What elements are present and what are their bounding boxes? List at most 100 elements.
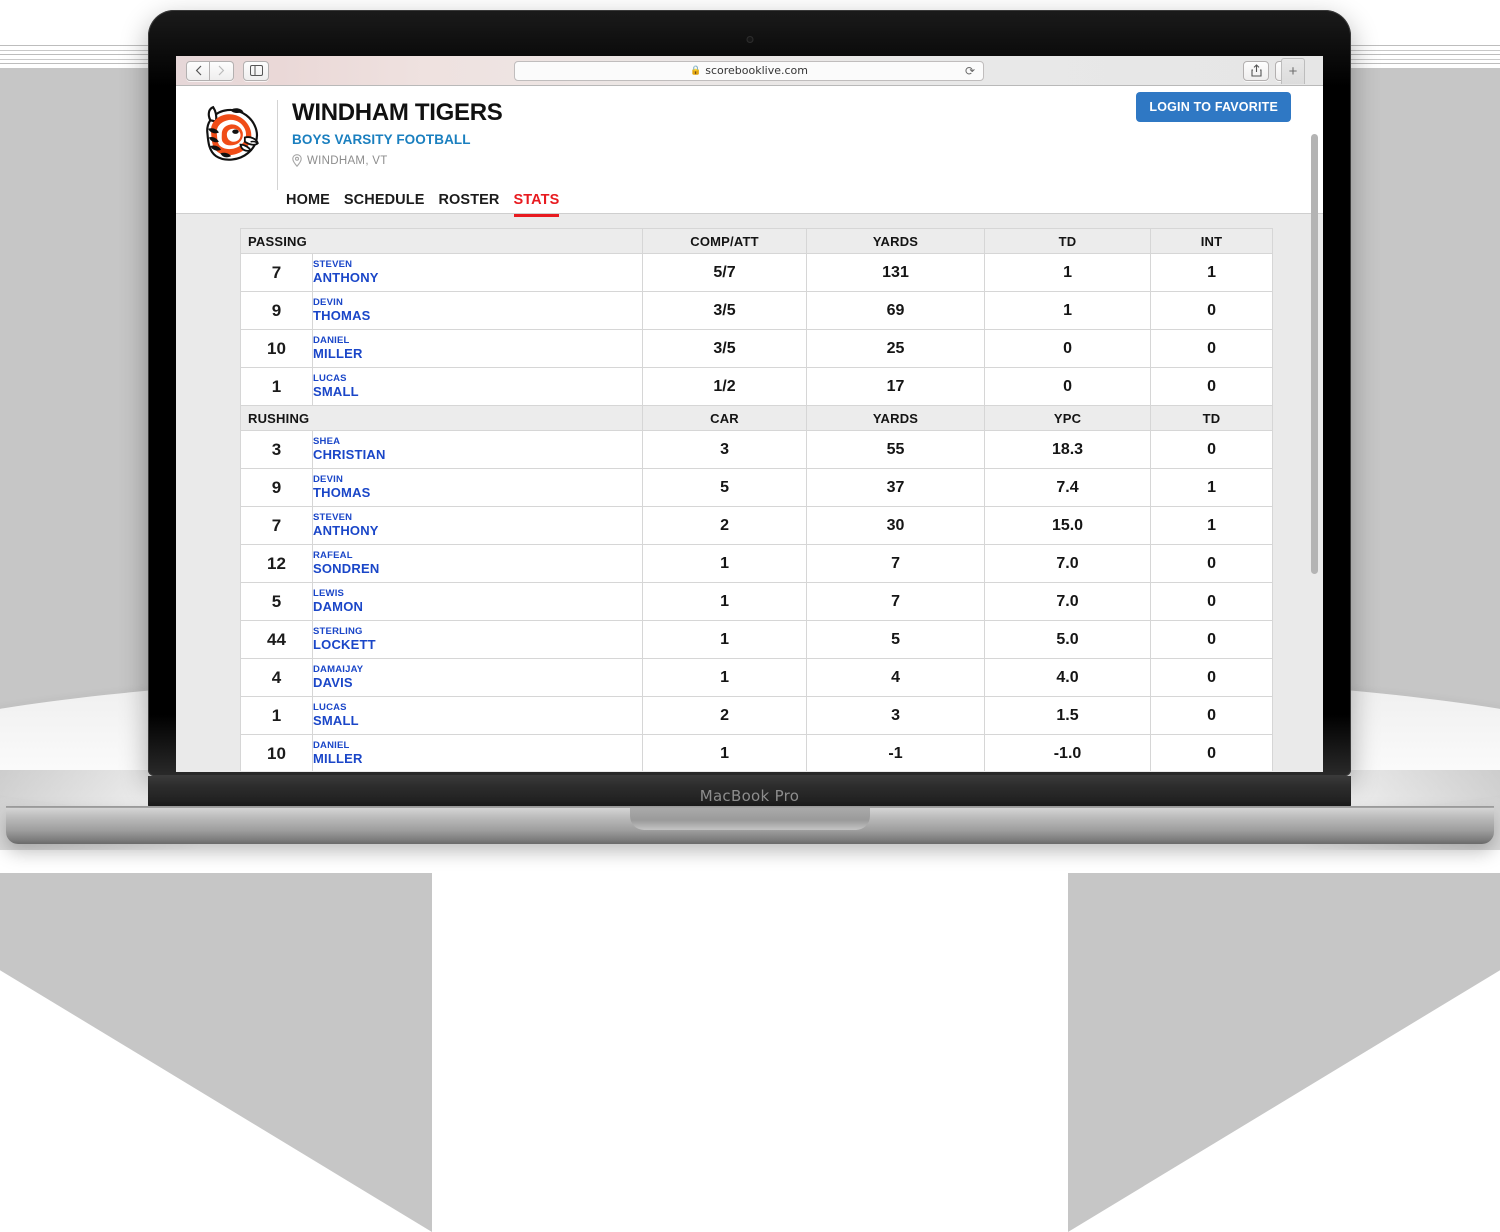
stat-value: 1 bbox=[1151, 469, 1273, 507]
stat-value: 1.5 bbox=[985, 697, 1151, 735]
sidebar-toggle-icon bbox=[250, 65, 263, 76]
player-name-cell[interactable]: LUCASSMALL bbox=[313, 697, 643, 735]
player-first-name: STEVEN bbox=[313, 513, 642, 523]
share-icon bbox=[1251, 64, 1262, 77]
stat-value: 55 bbox=[807, 431, 985, 469]
player-first-name: DANIEL bbox=[313, 336, 642, 346]
player-name-cell[interactable]: SHEACHRISTIAN bbox=[313, 431, 643, 469]
laptop-hinge: MacBook Pro bbox=[148, 776, 1351, 810]
player-link[interactable]: DANIELMILLER bbox=[313, 741, 642, 766]
jersey-number: 44 bbox=[241, 621, 313, 659]
stat-value: 0 bbox=[1151, 292, 1273, 330]
laptop-screen: 🔒 scorebooklive.com ⟳ bbox=[176, 56, 1323, 772]
player-link[interactable]: STEVENANTHONY bbox=[313, 513, 642, 538]
column-header: TD bbox=[985, 229, 1151, 254]
player-name-cell[interactable]: LEWISDAMON bbox=[313, 583, 643, 621]
table-row[interactable]: 44STERLINGLOCKETT155.00 bbox=[241, 621, 1273, 659]
table-row[interactable]: 9DEVINTHOMAS5377.41 bbox=[241, 469, 1273, 507]
player-last-name: SMALL bbox=[313, 714, 642, 728]
column-header: INT bbox=[1151, 229, 1273, 254]
chevron-right-icon bbox=[218, 65, 225, 76]
share-button[interactable] bbox=[1243, 61, 1269, 81]
stat-value: 3/5 bbox=[643, 330, 807, 368]
stat-value: 5/7 bbox=[643, 254, 807, 292]
player-link[interactable]: LEWISDAMON bbox=[313, 589, 642, 614]
jersey-number: 10 bbox=[241, 735, 313, 772]
site-header: WINDHAM TIGERS BOYS VARSITY FOOTBALL WIN… bbox=[176, 86, 1323, 214]
stat-value: 3 bbox=[643, 431, 807, 469]
table-row[interactable]: 1LUCASSMALL231.50 bbox=[241, 697, 1273, 735]
table-row[interactable]: 12RAFEALSONDREN177.00 bbox=[241, 545, 1273, 583]
player-name-cell[interactable]: STEVENANTHONY bbox=[313, 254, 643, 292]
player-last-name: DAVIS bbox=[313, 676, 642, 690]
player-first-name: DAMAIJAY bbox=[313, 665, 642, 675]
player-link[interactable]: LUCASSMALL bbox=[313, 703, 642, 728]
player-first-name: LUCAS bbox=[313, 703, 642, 713]
player-link[interactable]: STERLINGLOCKETT bbox=[313, 627, 642, 652]
table-row[interactable]: 9DEVINTHOMAS3/56910 bbox=[241, 292, 1273, 330]
table-row[interactable]: 10DANIELMILLER3/52500 bbox=[241, 330, 1273, 368]
sidebar-toggle-button[interactable] bbox=[243, 61, 269, 81]
stat-value: -1.0 bbox=[985, 735, 1151, 772]
player-last-name: MILLER bbox=[313, 752, 642, 766]
login-to-favorite-button[interactable]: LOGIN TO FAVORITE bbox=[1136, 92, 1291, 122]
stats-table: PASSINGCOMP/ATTYARDSTDINT7STEVENANTHONY5… bbox=[240, 228, 1273, 771]
back-button[interactable] bbox=[186, 61, 210, 81]
table-row[interactable]: 7STEVENANTHONY23015.01 bbox=[241, 507, 1273, 545]
scrollbar-thumb[interactable] bbox=[1311, 134, 1318, 574]
player-link[interactable]: DAMAIJAYDAVIS bbox=[313, 665, 642, 690]
tiger-head-logo bbox=[193, 100, 265, 172]
player-link[interactable]: SHEACHRISTIAN bbox=[313, 437, 642, 462]
player-first-name: RAFEAL bbox=[313, 551, 642, 561]
forward-button[interactable] bbox=[210, 61, 234, 81]
player-link[interactable]: DEVINTHOMAS bbox=[313, 475, 642, 500]
stat-value: 0 bbox=[1151, 659, 1273, 697]
player-name-cell[interactable]: LUCASSMALL bbox=[313, 368, 643, 406]
table-row[interactable]: 4DAMAIJAYDAVIS144.00 bbox=[241, 659, 1273, 697]
stat-value: 5 bbox=[807, 621, 985, 659]
player-name-cell[interactable]: RAFEALSONDREN bbox=[313, 545, 643, 583]
address-bar[interactable]: 🔒 scorebooklive.com ⟳ bbox=[514, 61, 984, 81]
player-link[interactable]: DANIELMILLER bbox=[313, 336, 642, 361]
player-link[interactable]: DEVINTHOMAS bbox=[313, 298, 642, 323]
page-scrollbar[interactable] bbox=[1310, 86, 1320, 772]
player-link[interactable]: RAFEALSONDREN bbox=[313, 551, 642, 576]
stat-value: 0 bbox=[1151, 431, 1273, 469]
table-row[interactable]: 5LEWISDAMON177.00 bbox=[241, 583, 1273, 621]
player-link[interactable]: LUCASSMALL bbox=[313, 374, 642, 399]
stat-value: 30 bbox=[807, 507, 985, 545]
stat-value: 1 bbox=[643, 583, 807, 621]
column-header: YARDS bbox=[807, 406, 985, 431]
player-name-cell[interactable]: DANIELMILLER bbox=[313, 330, 643, 368]
section-title: RUSHING bbox=[241, 406, 643, 431]
team-logo bbox=[187, 98, 271, 190]
chevron-left-icon bbox=[195, 65, 202, 76]
player-link[interactable]: STEVENANTHONY bbox=[313, 260, 642, 285]
player-name-cell[interactable]: STERLINGLOCKETT bbox=[313, 621, 643, 659]
player-name-cell[interactable]: DANIELMILLER bbox=[313, 735, 643, 772]
table-row[interactable]: 7STEVENANTHONY5/713111 bbox=[241, 254, 1273, 292]
player-name-cell[interactable]: DEVINTHOMAS bbox=[313, 292, 643, 330]
player-name-cell[interactable]: DAMAIJAYDAVIS bbox=[313, 659, 643, 697]
stats-section-header: RUSHINGCARYARDSYPCTD bbox=[241, 406, 1273, 431]
table-row[interactable]: 10DANIELMILLER1-1-1.00 bbox=[241, 735, 1273, 772]
jersey-number: 7 bbox=[241, 507, 313, 545]
player-name-cell[interactable]: STEVENANTHONY bbox=[313, 507, 643, 545]
player-name-cell[interactable]: DEVINTHOMAS bbox=[313, 469, 643, 507]
stat-value: 0 bbox=[1151, 330, 1273, 368]
stat-value: 0 bbox=[1151, 735, 1273, 772]
column-header: YARDS bbox=[807, 229, 985, 254]
player-last-name: ANTHONY bbox=[313, 524, 642, 538]
column-header: CAR bbox=[643, 406, 807, 431]
player-last-name: ANTHONY bbox=[313, 271, 642, 285]
player-first-name: DEVIN bbox=[313, 298, 642, 308]
stat-value: 3 bbox=[807, 697, 985, 735]
player-last-name: MILLER bbox=[313, 347, 642, 361]
table-row[interactable]: 3SHEACHRISTIAN35518.30 bbox=[241, 431, 1273, 469]
reload-icon[interactable]: ⟳ bbox=[965, 65, 975, 77]
nav-buttons-group bbox=[186, 61, 234, 81]
section-title: PASSING bbox=[241, 229, 643, 254]
new-tab-button[interactable]: + bbox=[1281, 58, 1305, 84]
jersey-number: 1 bbox=[241, 368, 313, 406]
table-row[interactable]: 1LUCASSMALL1/21700 bbox=[241, 368, 1273, 406]
